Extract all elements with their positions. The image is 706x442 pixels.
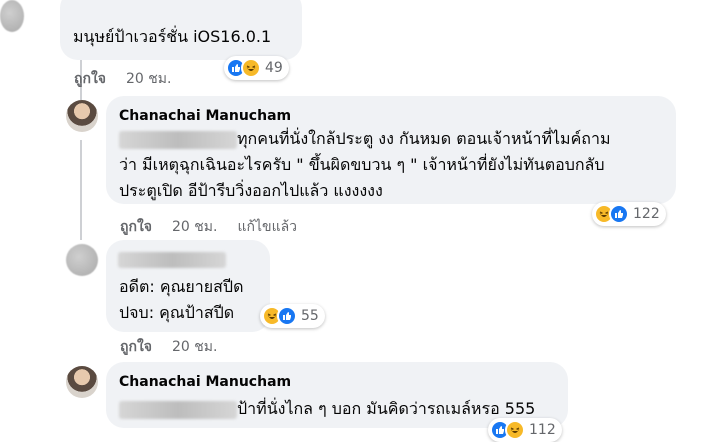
comment-text: มนุษย์ป้าเวอร์ชั่น iOS16.0.1 [73, 27, 272, 46]
comment-line: ป้าที่นั่งไกล ๆ บอก มันคิดว่ารถเมล์หรอ 5… [237, 399, 536, 418]
comment-author[interactable]: Chanachai Manucham [119, 108, 291, 124]
comment-line: ว่า มีเหตุฉุกเฉินอะไรครับ " ขึ้นผิดขบวน … [119, 155, 605, 174]
reaction-summary[interactable]: 112 [488, 418, 562, 442]
timestamp[interactable]: 20 ชม. [172, 216, 217, 238]
reaction-count: 55 [301, 308, 319, 324]
comment-bubble: มนุษย์ป้าเวอร์ชั่น iOS16.0.1 [60, 0, 302, 60]
reaction-summary[interactable]: 122 [592, 202, 666, 226]
comment-actions: ถูกใจ 20 ชม. [120, 336, 217, 358]
haha-reaction-icon [505, 420, 525, 440]
like-reaction-icon [277, 306, 297, 326]
comment-author[interactable]: Chanachai Manucham [119, 374, 291, 390]
avatar[interactable] [66, 366, 98, 398]
comment-actions: ถูกใจ 20 ชม. แก้ไขแล้ว [120, 216, 297, 238]
like-link[interactable]: ถูกใจ [74, 68, 106, 90]
comment-bubble: อดีต: คุณยายสปีด ปจบ: คุณป้าสปีด [106, 240, 270, 332]
reaction-count: 122 [633, 206, 660, 222]
timestamp[interactable]: 20 ชม. [126, 68, 171, 90]
comment-line: ประตูเปิด อีป้ารีบวิ่งออกไปแล้ว แงงงงง [119, 181, 383, 200]
comment-bubble: Chanachai Manucham ทุกคนที่นั่งใกล้ประตู… [106, 96, 676, 204]
haha-reaction-icon [241, 58, 261, 78]
comment-line: อดีต: คุณยายสปีด [119, 277, 244, 296]
redacted-author [118, 252, 226, 268]
thread-line [80, 140, 82, 240]
reaction-count: 49 [265, 60, 283, 76]
redacted-mention [119, 130, 237, 149]
reaction-summary[interactable]: 49 [224, 56, 289, 80]
avatar[interactable] [66, 244, 98, 276]
avatar[interactable] [0, 0, 24, 32]
comment-text: ป้าที่นั่งไกล ๆ บอก มันคิดว่ารถเมล์หรอ 5… [119, 396, 535, 422]
redacted-mention [119, 400, 237, 419]
comment-line: ทุกคนที่นั่งใกล้ประตู งง กันหมด ตอนเจ้าห… [237, 129, 611, 148]
comment-line: ปจบ: คุณป้าสปีด [119, 303, 235, 322]
comment-actions: ถูกใจ 20 ชม. [74, 68, 171, 90]
comment-text: อดีต: คุณยายสปีด ปจบ: คุณป้าสปีด [119, 274, 243, 326]
timestamp[interactable]: 20 ชม. [172, 336, 217, 358]
comment-text: ทุกคนที่นั่งใกล้ประตู งง กันหมด ตอนเจ้าห… [119, 126, 611, 204]
like-link[interactable]: ถูกใจ [120, 216, 152, 238]
reaction-summary[interactable]: 55 [260, 304, 325, 328]
like-link[interactable]: ถูกใจ [120, 336, 152, 358]
reaction-count: 112 [529, 422, 556, 438]
avatar[interactable] [66, 100, 98, 132]
edited-label[interactable]: แก้ไขแล้ว [237, 216, 297, 238]
like-reaction-icon [609, 204, 629, 224]
